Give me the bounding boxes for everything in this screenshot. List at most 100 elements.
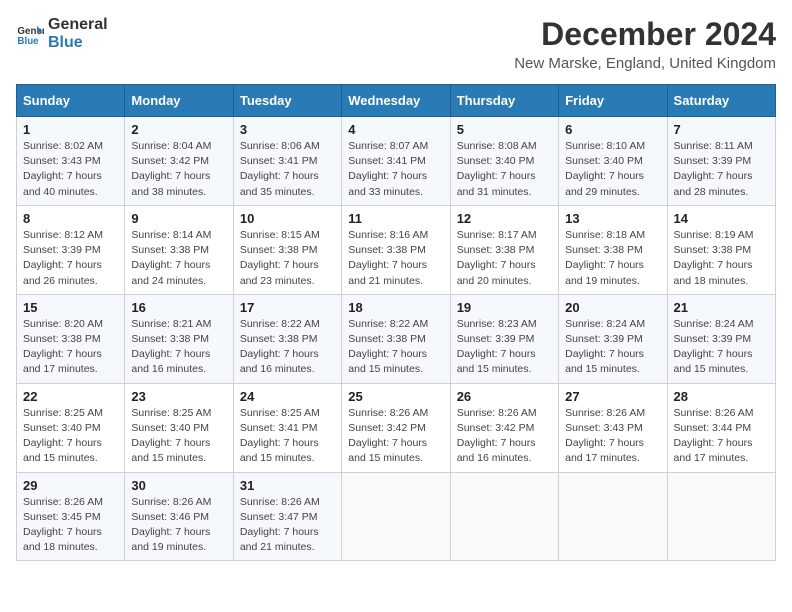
day-number: 19	[457, 300, 552, 315]
day-detail: Sunrise: 8:25 AMSunset: 3:40 PMDaylight:…	[131, 406, 226, 467]
calendar-cell	[667, 472, 775, 561]
calendar-cell: 10 Sunrise: 8:15 AMSunset: 3:38 PMDayligh…	[233, 205, 341, 294]
day-detail: Sunrise: 8:26 AMSunset: 3:43 PMDaylight:…	[565, 406, 660, 467]
calendar-week-row: 15Sunrise: 8:20 AMSunset: 3:38 PMDayligh…	[17, 294, 776, 383]
calendar-cell: 30 Sunrise: 8:26 AMSunset: 3:46 PMDayligh…	[125, 472, 233, 561]
page-header: General Blue General Blue December 2024 …	[16, 16, 776, 72]
calendar-cell: 28Sunrise: 8:26 AMSunset: 3:44 PMDayligh…	[667, 383, 775, 472]
day-number: 17	[240, 300, 335, 315]
day-detail: Sunrise: 8:02 AMSunset: 3:43 PMDaylight:…	[23, 139, 118, 200]
day-detail: Sunrise: 8:25 AMSunset: 3:41 PMDaylight:…	[240, 406, 335, 467]
day-detail: Sunrise: 8:17 AMSunset: 3:38 PMDaylight:…	[457, 228, 552, 289]
calendar-cell: 22 Sunrise: 8:25 AMSunset: 3:40 PMDayligh…	[17, 383, 125, 472]
day-detail: Sunrise: 8:22 AMSunset: 3:38 PMDaylight:…	[240, 317, 335, 378]
calendar-week-row: 29 Sunrise: 8:26 AMSunset: 3:45 PMDayligh…	[17, 472, 776, 561]
header-saturday: Saturday	[667, 85, 775, 117]
calendar-cell: 15Sunrise: 8:20 AMSunset: 3:38 PMDayligh…	[17, 294, 125, 383]
day-number: 26	[457, 389, 552, 404]
day-detail: Sunrise: 8:22 AMSunset: 3:38 PMDaylight:…	[348, 317, 443, 378]
page-subtitle: New Marske, England, United Kingdom	[514, 55, 776, 72]
day-detail: Sunrise: 8:26 AMSunset: 3:47 PMDaylight:…	[240, 495, 335, 556]
calendar-cell: 6Sunrise: 8:10 AMSunset: 3:40 PMDaylight…	[559, 117, 667, 206]
day-detail: Sunrise: 8:23 AMSunset: 3:39 PMDaylight:…	[457, 317, 552, 378]
logo-general-text: General	[48, 16, 108, 34]
day-number: 2	[131, 122, 226, 137]
day-detail: Sunrise: 8:26 AMSunset: 3:42 PMDaylight:…	[348, 406, 443, 467]
title-section: December 2024 New Marske, England, Unite…	[514, 16, 776, 72]
header-tuesday: Tuesday	[233, 85, 341, 117]
day-number: 21	[674, 300, 769, 315]
day-number: 20	[565, 300, 660, 315]
calendar-cell: 19 Sunrise: 8:23 AMSunset: 3:39 PMDayligh…	[450, 294, 558, 383]
day-number: 9	[131, 211, 226, 226]
calendar-cell	[450, 472, 558, 561]
day-number: 25	[348, 389, 443, 404]
page-title: December 2024	[514, 16, 776, 53]
day-number: 14	[674, 211, 769, 226]
day-detail: Sunrise: 8:14 AMSunset: 3:38 PMDaylight:…	[131, 228, 226, 289]
calendar-cell: 25 Sunrise: 8:26 AMSunset: 3:42 PMDayligh…	[342, 383, 450, 472]
day-detail: Sunrise: 8:11 AMSunset: 3:39 PMDaylight:…	[674, 139, 769, 200]
calendar-cell: 17 Sunrise: 8:22 AMSunset: 3:38 PMDayligh…	[233, 294, 341, 383]
day-number: 31	[240, 478, 335, 493]
day-number: 15	[23, 300, 118, 315]
calendar-cell: 2Sunrise: 8:04 AMSunset: 3:42 PMDaylight…	[125, 117, 233, 206]
calendar-cell: 31 Sunrise: 8:26 AMSunset: 3:47 PMDayligh…	[233, 472, 341, 561]
calendar-week-row: 8 Sunrise: 8:12 AMSunset: 3:39 PMDaylight…	[17, 205, 776, 294]
day-detail: Sunrise: 8:18 AMSunset: 3:38 PMDaylight:…	[565, 228, 660, 289]
day-number: 5	[457, 122, 552, 137]
logo: General Blue General Blue	[16, 16, 108, 51]
day-detail: Sunrise: 8:26 AMSunset: 3:45 PMDaylight:…	[23, 495, 118, 556]
day-number: 8	[23, 211, 118, 226]
day-detail: Sunrise: 8:12 AMSunset: 3:39 PMDaylight:…	[23, 228, 118, 289]
calendar-cell: 13 Sunrise: 8:18 AMSunset: 3:38 PMDayligh…	[559, 205, 667, 294]
calendar-week-row: 22 Sunrise: 8:25 AMSunset: 3:40 PMDayligh…	[17, 383, 776, 472]
day-number: 10	[240, 211, 335, 226]
day-detail: Sunrise: 8:24 AMSunset: 3:39 PMDaylight:…	[565, 317, 660, 378]
calendar-cell: 23 Sunrise: 8:25 AMSunset: 3:40 PMDayligh…	[125, 383, 233, 472]
day-number: 7	[674, 122, 769, 137]
calendar-cell: 21 Sunrise: 8:24 AMSunset: 3:39 PMDayligh…	[667, 294, 775, 383]
day-number: 13	[565, 211, 660, 226]
calendar-cell: 11Sunrise: 8:16 AMSunset: 3:38 PMDayligh…	[342, 205, 450, 294]
calendar-table: SundayMondayTuesdayWednesdayThursdayFrid…	[16, 84, 776, 561]
calendar-cell: 16Sunrise: 8:21 AMSunset: 3:38 PMDayligh…	[125, 294, 233, 383]
day-number: 24	[240, 389, 335, 404]
day-number: 23	[131, 389, 226, 404]
logo-blue-text: Blue	[48, 34, 108, 52]
day-detail: Sunrise: 8:24 AMSunset: 3:39 PMDaylight:…	[674, 317, 769, 378]
day-detail: Sunrise: 8:25 AMSunset: 3:40 PMDaylight:…	[23, 406, 118, 467]
calendar-cell: 12 Sunrise: 8:17 AMSunset: 3:38 PMDayligh…	[450, 205, 558, 294]
calendar-cell: 20 Sunrise: 8:24 AMSunset: 3:39 PMDayligh…	[559, 294, 667, 383]
calendar-cell: 7 Sunrise: 8:11 AMSunset: 3:39 PMDaylight…	[667, 117, 775, 206]
calendar-cell: 1Sunrise: 8:02 AMSunset: 3:43 PMDaylight…	[17, 117, 125, 206]
calendar-cell: 5 Sunrise: 8:08 AMSunset: 3:40 PMDaylight…	[450, 117, 558, 206]
day-number: 29	[23, 478, 118, 493]
calendar-cell	[342, 472, 450, 561]
logo-icon: General Blue	[16, 20, 44, 48]
day-number: 18	[348, 300, 443, 315]
day-number: 28	[674, 389, 769, 404]
day-detail: Sunrise: 8:26 AMSunset: 3:46 PMDaylight:…	[131, 495, 226, 556]
calendar-week-row: 1Sunrise: 8:02 AMSunset: 3:43 PMDaylight…	[17, 117, 776, 206]
calendar-cell: 26 Sunrise: 8:26 AMSunset: 3:42 PMDayligh…	[450, 383, 558, 472]
calendar-cell: 24 Sunrise: 8:25 AMSunset: 3:41 PMDayligh…	[233, 383, 341, 472]
day-number: 12	[457, 211, 552, 226]
calendar-header-row: SundayMondayTuesdayWednesdayThursdayFrid…	[17, 85, 776, 117]
calendar-cell: 8 Sunrise: 8:12 AMSunset: 3:39 PMDaylight…	[17, 205, 125, 294]
calendar-cell: 29 Sunrise: 8:26 AMSunset: 3:45 PMDayligh…	[17, 472, 125, 561]
day-detail: Sunrise: 8:15 AMSunset: 3:38 PMDaylight:…	[240, 228, 335, 289]
header-sunday: Sunday	[17, 85, 125, 117]
day-number: 4	[348, 122, 443, 137]
day-number: 30	[131, 478, 226, 493]
day-detail: Sunrise: 8:26 AMSunset: 3:42 PMDaylight:…	[457, 406, 552, 467]
day-detail: Sunrise: 8:08 AMSunset: 3:40 PMDaylight:…	[457, 139, 552, 200]
calendar-cell: 18 Sunrise: 8:22 AMSunset: 3:38 PMDayligh…	[342, 294, 450, 383]
day-number: 27	[565, 389, 660, 404]
day-number: 11	[348, 211, 443, 226]
calendar-cell: 27 Sunrise: 8:26 AMSunset: 3:43 PMDayligh…	[559, 383, 667, 472]
day-detail: Sunrise: 8:19 AMSunset: 3:38 PMDaylight:…	[674, 228, 769, 289]
day-number: 22	[23, 389, 118, 404]
svg-text:Blue: Blue	[17, 35, 39, 46]
header-thursday: Thursday	[450, 85, 558, 117]
